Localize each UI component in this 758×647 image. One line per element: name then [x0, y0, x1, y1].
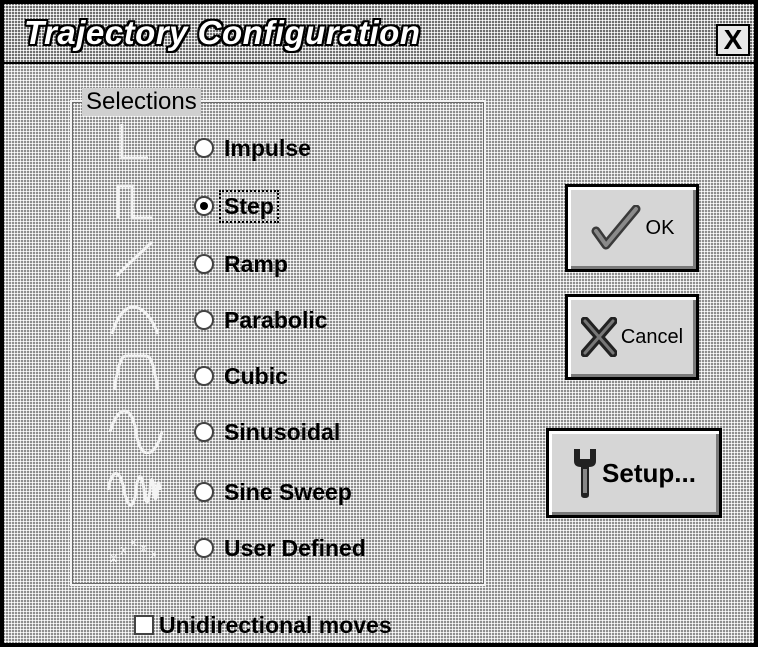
radio-parabolic-label[interactable]: Parabolic: [221, 306, 331, 335]
radio-user-defined-label[interactable]: User Defined: [221, 534, 369, 563]
setup-button-label: Setup...: [602, 457, 696, 488]
cancel-x-icon: [580, 317, 617, 357]
radio-impulse-indicator[interactable]: [194, 138, 214, 158]
svg-text:x: x: [150, 547, 157, 561]
radio-step[interactable]: Step: [194, 186, 279, 226]
cubic-icon: [104, 350, 168, 396]
unidirectional-moves-label[interactable]: Unidirectional moves: [159, 612, 392, 639]
unidirectional-moves-option[interactable]: Unidirectional moves: [134, 608, 392, 642]
radio-parabolic-indicator[interactable]: [194, 310, 214, 330]
wrench-icon: [572, 447, 598, 499]
cancel-button[interactable]: Cancel: [565, 294, 699, 380]
radio-sinusoidal-indicator[interactable]: [194, 422, 214, 442]
radio-step-indicator[interactable]: [194, 196, 214, 216]
radio-ramp-label[interactable]: Ramp: [221, 250, 291, 279]
checkmark-icon: [590, 205, 642, 251]
radio-parabolic[interactable]: Parabolic: [194, 300, 331, 340]
radio-step-label[interactable]: Step: [219, 189, 279, 223]
svg-text:x: x: [130, 535, 137, 549]
radio-user-defined-indicator[interactable]: [194, 538, 214, 558]
svg-text:x: x: [110, 551, 117, 565]
parabolic-icon: [104, 294, 168, 340]
unidirectional-moves-checkbox[interactable]: [134, 615, 154, 635]
radio-impulse[interactable]: Impulse: [194, 128, 314, 168]
ok-button-label: OK: [645, 216, 675, 239]
sine-sweep-icon: [104, 466, 168, 512]
radio-ramp[interactable]: Ramp: [194, 244, 291, 284]
radio-cubic[interactable]: Cubic: [194, 356, 291, 396]
close-button[interactable]: X: [716, 24, 750, 56]
cancel-button-label: Cancel: [620, 325, 684, 348]
window-title: Trajectory Configuration: [24, 14, 421, 51]
radio-cubic-label[interactable]: Cubic: [221, 362, 291, 391]
radio-sine-sweep[interactable]: Sine Sweep: [194, 472, 355, 512]
svg-text:x: x: [120, 543, 127, 557]
ramp-icon: [104, 236, 168, 282]
step-icon: [104, 178, 168, 224]
impulse-icon: [104, 120, 168, 166]
ok-button[interactable]: OK: [565, 184, 699, 272]
user-defined-icon: xxxxx: [104, 524, 168, 570]
radio-sinusoidal-label[interactable]: Sinusoidal: [221, 418, 343, 447]
radio-cubic-indicator[interactable]: [194, 366, 214, 386]
setup-button[interactable]: Setup...: [546, 428, 722, 518]
radio-sine-sweep-label[interactable]: Sine Sweep: [221, 478, 355, 507]
trajectory-configuration-dialog: Trajectory Configuration X Selections xx…: [0, 0, 758, 647]
selections-group-label: Selections: [82, 88, 201, 116]
radio-sine-sweep-indicator[interactable]: [194, 482, 214, 502]
radio-user-defined[interactable]: User Defined: [194, 528, 369, 568]
selections-groupbox: [70, 100, 486, 586]
sinusoidal-icon: [104, 408, 168, 455]
radio-ramp-indicator[interactable]: [194, 254, 214, 274]
title-bar: Trajectory Configuration X: [4, 4, 754, 64]
svg-text:x: x: [140, 541, 147, 555]
radio-impulse-label[interactable]: Impulse: [221, 134, 314, 163]
radio-sinusoidal[interactable]: Sinusoidal: [194, 412, 343, 452]
